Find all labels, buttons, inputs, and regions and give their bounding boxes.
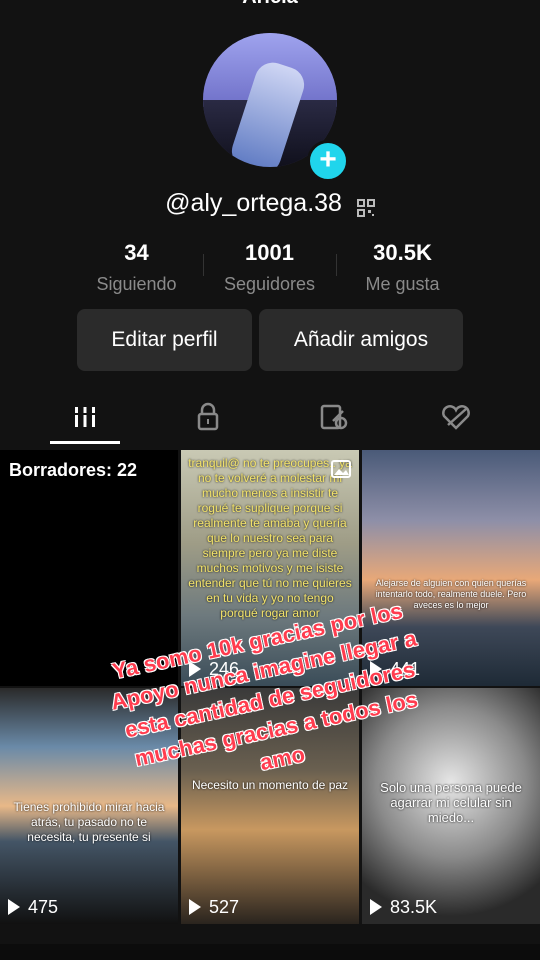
tab-videos[interactable]	[65, 401, 105, 433]
play-count: 475	[8, 897, 58, 918]
active-tab-indicator	[50, 441, 120, 444]
username-row: @aly_ortega.38	[0, 189, 540, 218]
followers-count: 1001	[245, 240, 294, 265]
following-label: Siguiendo	[96, 274, 177, 294]
play-icon	[8, 899, 20, 915]
play-count: 527	[189, 897, 239, 918]
following-count: 34	[124, 240, 149, 265]
video-caption: Tienes prohibido mirar hacia atrás, tu p…	[13, 800, 165, 844]
play-count-value: 475	[28, 897, 59, 917]
stat-likes[interactable]: 30.5K Me gusta	[336, 240, 469, 295]
tab-private[interactable]	[188, 401, 228, 433]
play-count-value: 527	[209, 897, 240, 917]
photo-icon	[331, 460, 351, 478]
followers-label: Seguidores	[223, 274, 316, 294]
play-count: 83.5K	[370, 897, 437, 918]
play-count-value: 83.5K	[390, 897, 438, 917]
play-icon	[370, 899, 382, 915]
play-icon	[189, 899, 201, 915]
lock-icon	[197, 402, 219, 431]
repost-icon	[320, 404, 348, 430]
grid-icon	[73, 407, 97, 427]
qr-code-icon[interactable]	[356, 195, 375, 218]
video-caption: tranquil@ no te preocupes.. ya no te vol…	[188, 456, 352, 620]
liked-icon	[442, 405, 470, 430]
likes-count: 30.5K	[373, 240, 432, 265]
username: @aly_ortega.38	[165, 189, 342, 217]
video-caption: Solo una persona puede agarrar mi celula…	[380, 780, 522, 825]
add-friends-button[interactable]: Añadir amigos	[259, 309, 463, 371]
likes-label: Me gusta	[365, 274, 440, 294]
profile-name-title: Aricia	[0, 0, 540, 9]
tab-liked[interactable]	[436, 401, 476, 433]
top-bar: Aricia	[0, 0, 540, 10]
add-story-button[interactable]: +	[307, 140, 349, 182]
tab-reposts[interactable]	[313, 401, 353, 433]
edit-profile-button[interactable]: Editar perfil	[77, 309, 252, 371]
bottom-nav	[0, 944, 540, 960]
stats-row: 34 Siguiendo 1001 Seguidores 30.5K Me gu…	[70, 240, 470, 300]
drafts-label: Borradores: 22	[9, 460, 138, 480]
profile-tabs	[0, 395, 540, 445]
stat-following[interactable]: 34 Siguiendo	[70, 240, 203, 295]
stat-followers[interactable]: 1001 Seguidores	[203, 240, 336, 295]
